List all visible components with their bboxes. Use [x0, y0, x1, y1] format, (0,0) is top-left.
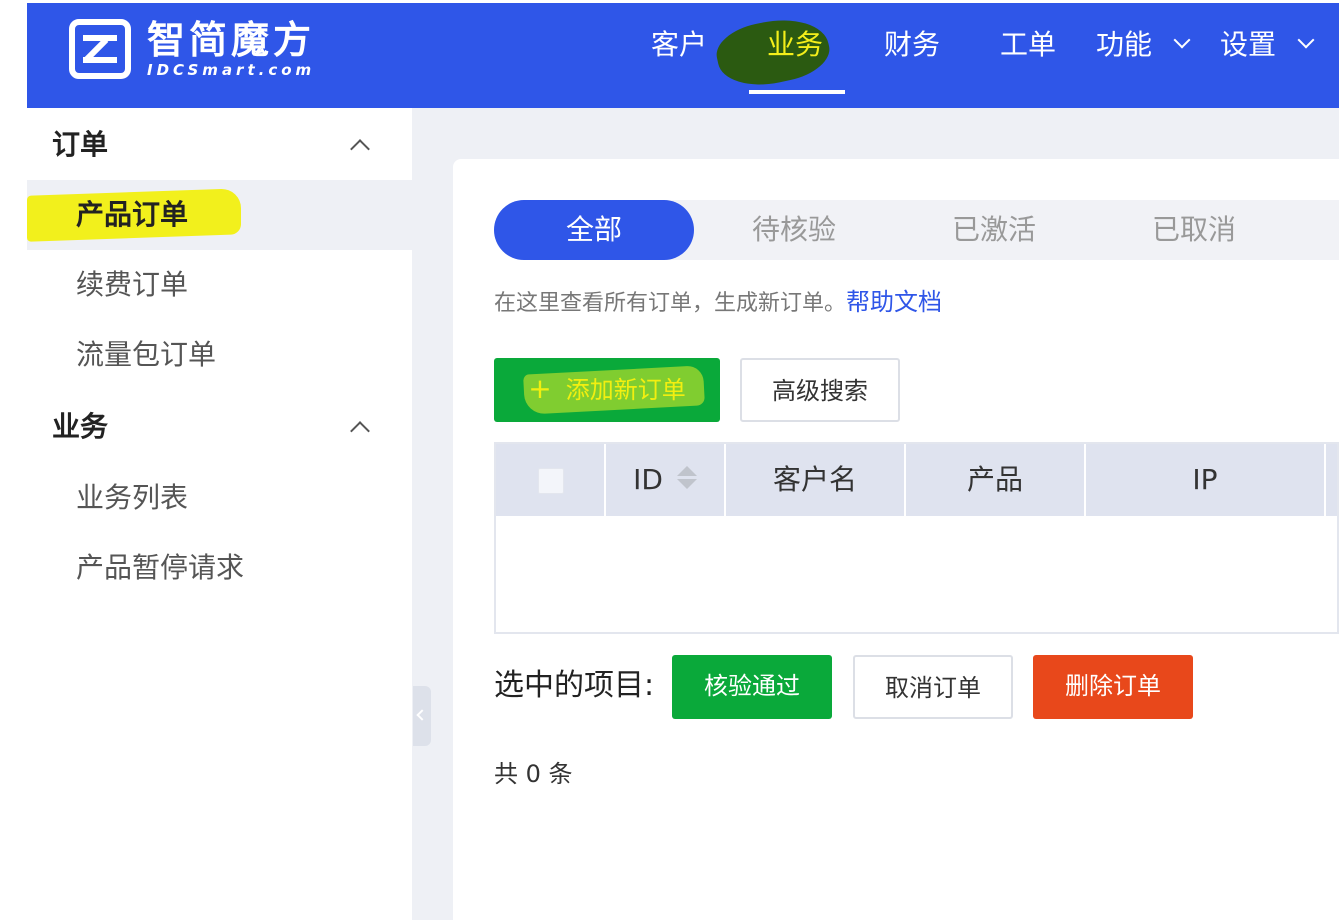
nav-active-indicator — [749, 90, 845, 94]
nav-item-settings[interactable]: 设置 — [1220, 25, 1315, 65]
nav-item-features-label: 功能 — [1096, 28, 1153, 61]
select-all-cell — [496, 444, 606, 516]
verify-pass-button[interactable]: 核验通过 — [672, 655, 832, 719]
help-doc-link[interactable]: 帮助文档 — [846, 288, 942, 316]
sidebar-group-business[interactable]: 业务 — [52, 407, 108, 447]
orders-table: ID 客户名 产品 IP — [494, 442, 1339, 634]
nav-item-tickets[interactable]: 工单 — [1000, 25, 1056, 65]
status-tabs: 全部 待核验 已激活 已取消 — [494, 200, 1339, 260]
column-header-customer: 客户名 — [726, 444, 906, 516]
sidebar-item-business-list[interactable]: 业务列表 — [27, 463, 412, 533]
add-order-label: 添加新订单 — [565, 376, 686, 404]
top-nav: 客户 业务 财务 工单 功能 设置 — [27, 3, 1339, 108]
select-all-checkbox[interactable] — [538, 468, 564, 494]
chevron-down-icon — [1173, 31, 1191, 49]
sidebar-collapse-handle[interactable] — [413, 686, 431, 746]
chevron-up-icon[interactable] — [350, 421, 370, 441]
tab-activated[interactable]: 已激活 — [894, 200, 1094, 260]
tab-pending[interactable]: 待核验 — [694, 200, 894, 260]
nav-item-settings-label: 设置 — [1220, 28, 1277, 61]
page-intro: 在这里查看所有订单，生成新订单。帮助文档 — [494, 284, 942, 322]
intro-text: 在这里查看所有订单，生成新订单。 — [494, 291, 847, 316]
sidebar-item-product-orders[interactable]: 产品订单 — [27, 180, 412, 250]
column-header-ip: IP — [1086, 444, 1326, 516]
column-header-id[interactable]: ID — [606, 444, 726, 516]
column-header-product: 产品 — [906, 444, 1086, 516]
sidebar: 订单 产品订单 续费订单 流量包订单 业务 业务列表 产品暂停请求 — [27, 108, 412, 920]
sidebar-item-renewal-orders[interactable]: 续费订单 — [27, 250, 412, 320]
table-header: ID 客户名 产品 IP — [496, 444, 1337, 516]
bulk-selected-label: 选中的项目: — [494, 668, 655, 703]
sort-icon[interactable] — [676, 466, 697, 490]
chevron-down-icon — [1297, 31, 1315, 49]
tab-all[interactable]: 全部 — [494, 200, 694, 260]
nav-item-business[interactable]: 业务 — [767, 25, 823, 65]
sidebar-item-label: 产品订单 — [76, 198, 189, 231]
sidebar-item-traffic-orders[interactable]: 流量包订单 — [27, 320, 412, 390]
nav-item-features[interactable]: 功能 — [1096, 25, 1191, 65]
delete-order-button[interactable]: 删除订单 — [1033, 655, 1193, 719]
column-header-id-label: ID — [633, 463, 663, 496]
chevron-up-icon[interactable] — [350, 139, 370, 159]
nav-item-customers[interactable]: 客户 — [651, 25, 707, 65]
total-count: 共 0 条 — [494, 760, 573, 788]
plus-icon: + — [528, 372, 552, 405]
tab-cancelled[interactable]: 已取消 — [1094, 200, 1294, 260]
sidebar-item-suspend-requests[interactable]: 产品暂停请求 — [27, 533, 412, 603]
sidebar-group-orders[interactable]: 订单 — [52, 125, 108, 165]
advanced-search-button[interactable]: 高级搜索 — [740, 358, 900, 422]
cancel-order-button[interactable]: 取消订单 — [853, 655, 1013, 719]
nav-item-finance[interactable]: 财务 — [884, 25, 940, 65]
chevron-left-icon — [416, 709, 428, 721]
add-order-button[interactable]: + 添加新订单 — [494, 358, 720, 422]
top-header: 智简魔方 IDCSmart.com 客户 业务 财务 工单 功能 设置 — [27, 3, 1339, 108]
